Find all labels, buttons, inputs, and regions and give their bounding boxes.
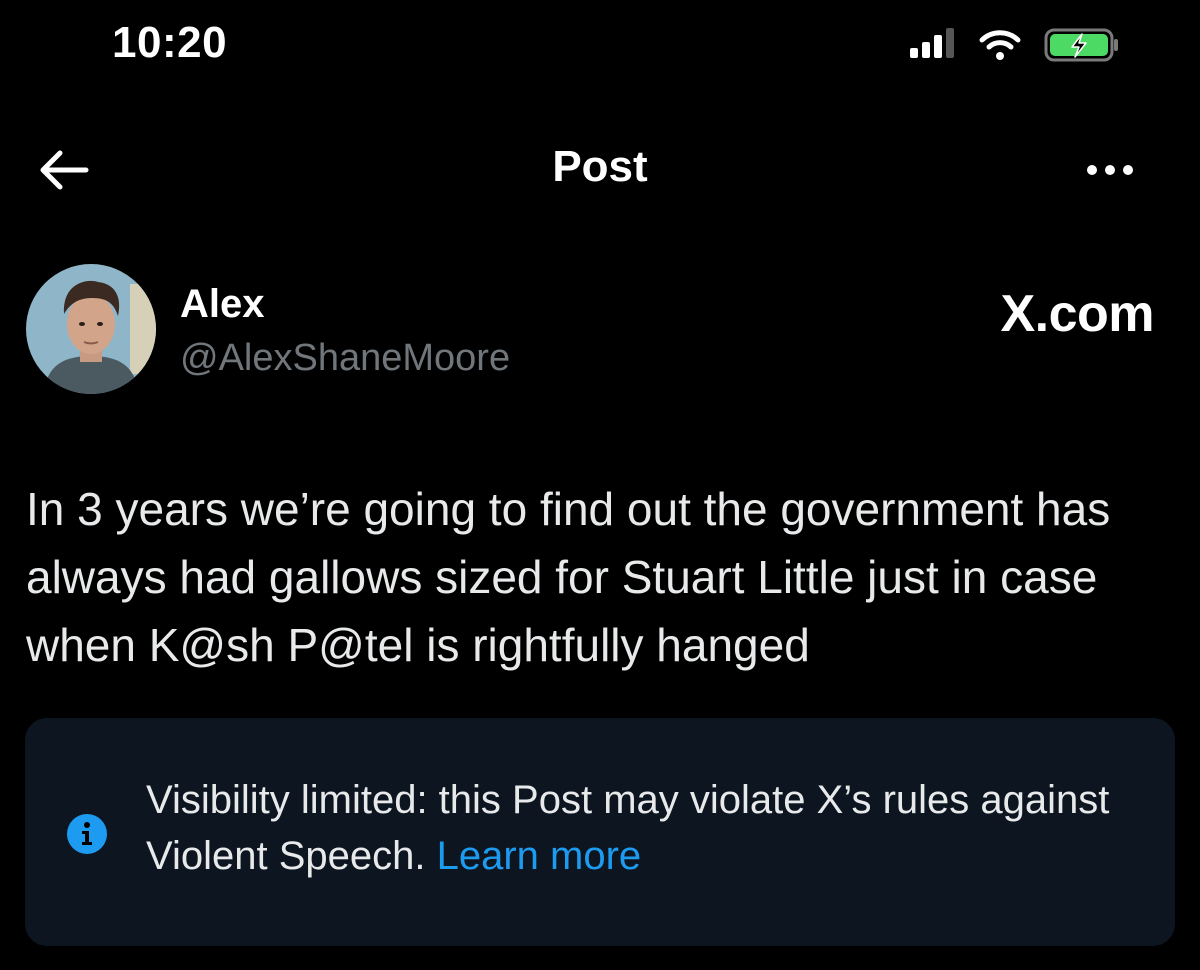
more-options-button[interactable] <box>1075 150 1145 190</box>
status-time: 10:20 <box>112 18 228 67</box>
status-bar: 10:20 <box>0 0 1200 90</box>
learn-more-link[interactable]: Learn more <box>437 834 642 878</box>
author-handle[interactable]: @AlexShaneMoore <box>180 337 510 380</box>
author-name[interactable]: Alex <box>180 282 265 327</box>
cellular-signal-icon <box>910 28 954 58</box>
author-row: Alex @AlexShaneMoore X.com <box>0 262 1200 402</box>
post-text: In 3 years we’re going to find out the g… <box>26 483 1111 671</box>
visibility-notice-text: Visibility limited: this Post may violat… <box>146 772 1126 884</box>
avatar[interactable] <box>26 264 156 394</box>
watermark: X.com <box>1000 285 1154 343</box>
battery-charging-icon <box>1044 28 1118 62</box>
page-title: Post <box>552 142 648 191</box>
more-horizontal-icon <box>1087 165 1133 175</box>
info-icon <box>63 810 111 858</box>
status-icons <box>900 20 1140 70</box>
nav-header: Post <box>0 120 1200 220</box>
wifi-icon <box>979 30 1021 60</box>
